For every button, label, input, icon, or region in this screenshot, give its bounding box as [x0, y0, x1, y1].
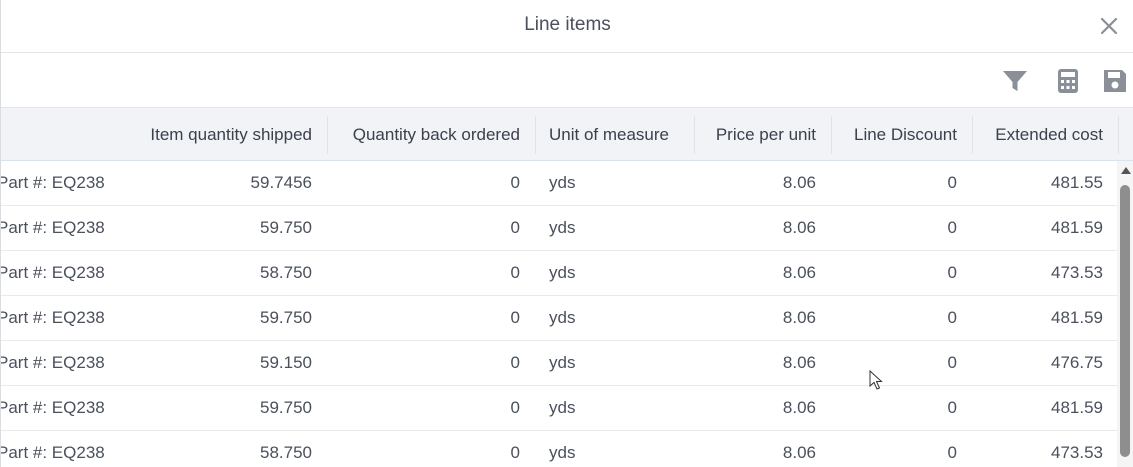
- quantity-shipped-cell: 58.750: [260, 443, 312, 462]
- back-ordered-cell: 0: [510, 263, 520, 282]
- quantity-shipped-cell: 59.750: [260, 308, 312, 327]
- unit-of-measure-cell: yds: [549, 308, 576, 327]
- back-ordered-cell: 0: [510, 353, 520, 372]
- table-row[interactable]: Part #: EQ238 59.750 0 yds 8.06 0 481.59: [1, 386, 1117, 431]
- unit-of-measure-cell: yds: [549, 353, 576, 372]
- line-discount-cell: 0: [947, 263, 957, 282]
- mouse-cursor-icon: [869, 370, 883, 390]
- back-ordered-cell: 0: [510, 218, 520, 237]
- table-row[interactable]: Part #: EQ238 58.750 0 yds 8.06 0 473.53: [1, 251, 1117, 296]
- col-header-extended-cost[interactable]: Extended cost: [972, 108, 1118, 161]
- price-per-unit-cell: 8.06: [782, 263, 816, 282]
- table-row[interactable]: Part #: EQ238 59.7456 0 yds 8.06 0 481.5…: [1, 161, 1117, 206]
- col-header-price-per-unit[interactable]: Price per unit: [694, 108, 831, 161]
- price-per-unit-cell: 8.06: [782, 218, 816, 237]
- part-number-cell: Part #: EQ238: [1, 263, 105, 282]
- vertical-scrollbar[interactable]: [1117, 161, 1133, 467]
- part-number-cell: Part #: EQ238: [1, 218, 105, 237]
- save-icon[interactable]: [1101, 67, 1129, 95]
- unit-of-measure-cell: yds: [549, 443, 576, 462]
- part-number-cell: Part #: EQ238: [1, 308, 105, 327]
- extended-cost-cell: 473.53: [1051, 443, 1103, 462]
- extended-cost-cell: 481.59: [1051, 308, 1103, 327]
- table-row[interactable]: Part #: EQ238 59.150 0 yds 8.06 0 476.75: [1, 341, 1117, 386]
- line-discount-cell: 0: [947, 173, 957, 192]
- back-ordered-cell: 0: [510, 443, 520, 462]
- filter-icon[interactable]: [1001, 67, 1029, 95]
- table-row[interactable]: Part #: EQ238 59.750 0 yds 8.06 0 481.59: [1, 206, 1117, 251]
- part-number-cell: Part #: EQ238: [1, 443, 105, 462]
- col-header-quantity-back-ordered[interactable]: Quantity back ordered: [327, 108, 535, 161]
- grid-toolbar: [1, 53, 1133, 107]
- price-per-unit-cell: 8.06: [782, 353, 816, 372]
- extended-cost-cell: 481.59: [1051, 218, 1103, 237]
- price-per-unit-cell: 8.06: [782, 398, 816, 417]
- back-ordered-cell: 0: [510, 398, 520, 417]
- dialog-header: Line items: [1, 0, 1133, 53]
- col-header-unit-of-measure[interactable]: Unit of measure: [535, 108, 694, 161]
- table-row[interactable]: Part #: EQ238 58.750 0 yds 8.06 0 473.53: [1, 431, 1117, 467]
- calculator-icon[interactable]: [1054, 67, 1082, 95]
- table-row[interactable]: Part #: EQ238 59.750 0 yds 8.06 0 481.59: [1, 296, 1117, 341]
- unit-of-measure-cell: yds: [549, 263, 576, 282]
- part-number-cell: Part #: EQ238: [1, 398, 105, 417]
- quantity-shipped-cell: 58.750: [260, 263, 312, 282]
- line-items-dialog: Line items Item quantity shipped Quantit…: [0, 0, 1133, 467]
- scroll-up-arrow-icon[interactable]: [1121, 167, 1131, 174]
- part-number-cell: Part #: EQ238: [1, 173, 105, 192]
- line-discount-cell: 0: [947, 308, 957, 327]
- quantity-shipped-cell: 59.150: [260, 353, 312, 372]
- quantity-shipped-cell: 59.7456: [250, 173, 312, 192]
- unit-of-measure-cell: yds: [549, 173, 576, 192]
- unit-of-measure-cell: yds: [549, 398, 576, 417]
- close-icon[interactable]: [1098, 15, 1120, 37]
- column-divider[interactable]: [1118, 116, 1119, 154]
- grid-header-row: Item quantity shipped Quantity back orde…: [1, 107, 1133, 161]
- col-header-line-discount[interactable]: Line Discount: [831, 108, 972, 161]
- line-discount-cell: 0: [947, 398, 957, 417]
- extended-cost-cell: 481.59: [1051, 398, 1103, 417]
- price-per-unit-cell: 8.06: [782, 443, 816, 462]
- line-discount-cell: 0: [947, 218, 957, 237]
- back-ordered-cell: 0: [510, 308, 520, 327]
- price-per-unit-cell: 8.06: [782, 173, 816, 192]
- grid-body: Part #: EQ238 59.7456 0 yds 8.06 0 481.5…: [1, 161, 1117, 467]
- unit-of-measure-cell: yds: [549, 218, 576, 237]
- price-per-unit-cell: 8.06: [782, 308, 816, 327]
- line-discount-cell: 0: [947, 353, 957, 372]
- quantity-shipped-cell: 59.750: [260, 398, 312, 417]
- extended-cost-cell: 481.55: [1051, 173, 1103, 192]
- extended-cost-cell: 476.75: [1051, 353, 1103, 372]
- extended-cost-cell: 473.53: [1051, 263, 1103, 282]
- col-header-item-quantity-shipped[interactable]: Item quantity shipped: [122, 108, 327, 161]
- quantity-shipped-cell: 59.750: [260, 218, 312, 237]
- part-number-cell: Part #: EQ238: [1, 353, 105, 372]
- dialog-title: Line items: [524, 14, 611, 35]
- back-ordered-cell: 0: [510, 173, 520, 192]
- line-discount-cell: 0: [947, 443, 957, 462]
- scrollbar-thumb[interactable]: [1120, 185, 1130, 457]
